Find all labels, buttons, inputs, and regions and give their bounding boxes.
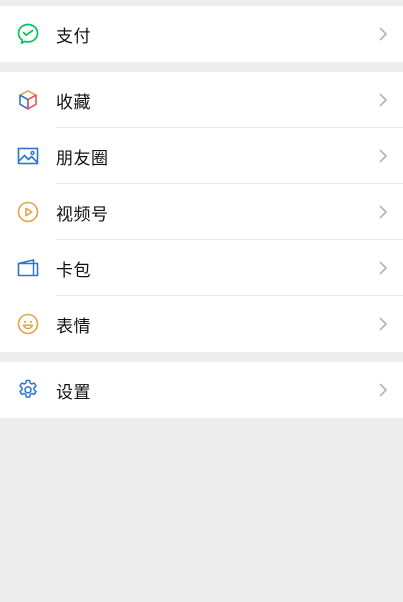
me-menu: 支付 收藏 朋友圈 视频号 卡包 表情 设置 xyxy=(0,0,403,418)
chevron-right-icon xyxy=(363,128,403,184)
section-spacer xyxy=(0,62,403,72)
menu-item-stickers[interactable]: 表情 xyxy=(0,296,403,352)
chevron-right-icon xyxy=(363,362,403,418)
chevron-right-icon xyxy=(363,296,403,352)
card-wallet-icon xyxy=(0,240,56,296)
menu-item-settings-label: 设置 xyxy=(56,382,91,403)
menu-item-settings[interactable]: 设置 xyxy=(0,362,403,418)
menu-item-card-wallet-label: 卡包 xyxy=(56,260,91,281)
menu-item-moments-label: 朋友圈 xyxy=(56,148,109,169)
menu-item-favorites[interactable]: 收藏 xyxy=(0,72,403,128)
chevron-right-icon xyxy=(363,6,403,62)
menu-item-channels[interactable]: 视频号 xyxy=(0,184,403,240)
settings-group: 设置 xyxy=(0,362,403,418)
chevron-right-icon xyxy=(363,72,403,128)
menu-item-card-wallet[interactable]: 卡包 xyxy=(0,240,403,296)
menu-item-channels-label: 视频号 xyxy=(56,204,109,225)
menu-item-pay[interactable]: 支付 xyxy=(0,6,403,62)
channels-play-icon xyxy=(0,184,56,240)
menu-item-favorites-label: 收藏 xyxy=(56,92,91,113)
chevron-right-icon xyxy=(363,240,403,296)
menu-item-pay-label: 支付 xyxy=(56,26,91,47)
gear-icon xyxy=(0,362,56,418)
menu-item-moments[interactable]: 朋友圈 xyxy=(0,128,403,184)
wechat-pay-icon xyxy=(0,6,56,62)
favorites-cube-icon xyxy=(0,72,56,128)
moments-image-icon xyxy=(0,128,56,184)
pay-group: 支付 xyxy=(0,6,403,62)
sticker-smile-icon xyxy=(0,296,56,352)
services-group: 收藏 朋友圈 视频号 卡包 表情 xyxy=(0,72,403,352)
chevron-right-icon xyxy=(363,184,403,240)
section-spacer xyxy=(0,352,403,362)
menu-item-stickers-label: 表情 xyxy=(56,316,91,337)
